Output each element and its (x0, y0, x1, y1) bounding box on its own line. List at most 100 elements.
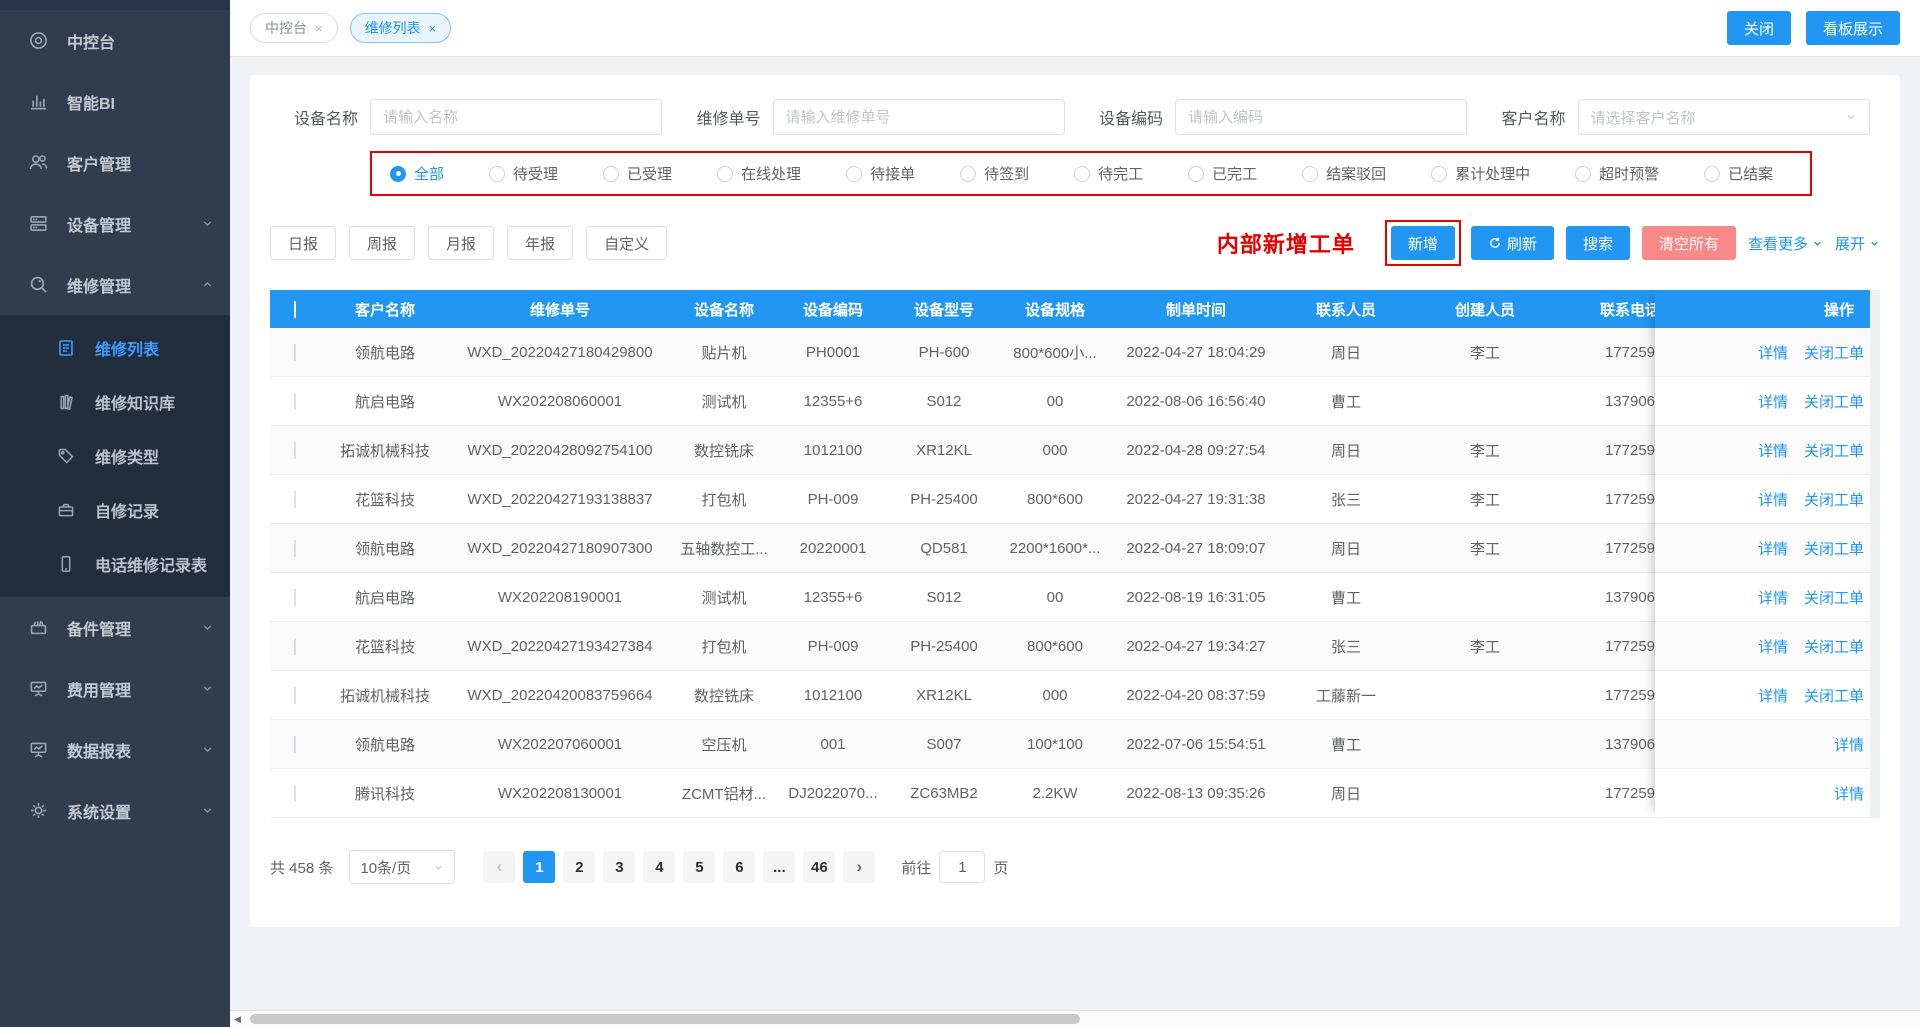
board-display-button[interactable]: 看板展示 (1806, 11, 1900, 45)
tab-pill[interactable]: 中控台 × (250, 13, 338, 43)
page-number-button[interactable]: 3 (603, 851, 635, 883)
close-order-link[interactable]: 关闭工单 (1804, 685, 1864, 706)
add-button[interactable]: 新增 (1391, 226, 1455, 260)
row-checkbox[interactable] (294, 736, 296, 753)
sidebar-item[interactable]: 数据报表 (0, 719, 230, 780)
status-radio[interactable]: 待接单 (846, 163, 915, 184)
filter-label: 客户名称 (1478, 105, 1566, 129)
filter-input[interactable] (370, 99, 662, 135)
clear-all-button[interactable]: 清空所有 (1642, 226, 1736, 260)
status-radio[interactable]: 已完工 (1188, 163, 1257, 184)
sidebar-item[interactable]: 系统设置 (0, 780, 230, 841)
page-number-button[interactable]: ... (763, 851, 795, 883)
page-number-button[interactable]: 6 (723, 851, 755, 883)
table-scrollbar-gutter[interactable] (1870, 290, 1880, 818)
cell-customer: 领航电路 (320, 734, 450, 755)
close-order-link[interactable]: 关闭工单 (1804, 587, 1864, 608)
next-page-button[interactable]: › (843, 851, 875, 883)
detail-link[interactable]: 详情 (1834, 734, 1864, 755)
report-button[interactable]: 周报 (349, 226, 415, 260)
status-radio[interactable]: 已结案 (1704, 163, 1773, 184)
detail-link[interactable]: 详情 (1758, 489, 1788, 510)
close-button[interactable]: 关闭 (1727, 11, 1791, 45)
detail-link[interactable]: 详情 (1758, 440, 1788, 461)
sidebar-item[interactable]: 设备管理 (0, 193, 230, 254)
report-button[interactable]: 年报 (507, 226, 573, 260)
filter-input[interactable] (1175, 99, 1467, 135)
close-order-link[interactable]: 关闭工单 (1804, 538, 1864, 559)
horizontal-scrollbar[interactable]: ◀ (230, 1010, 1920, 1027)
detail-link[interactable]: 详情 (1758, 685, 1788, 706)
prev-page-button[interactable]: ‹ (483, 851, 515, 883)
page-number-button[interactable]: 5 (683, 851, 715, 883)
row-checkbox[interactable] (294, 638, 296, 655)
status-radio[interactable]: 待签到 (960, 163, 1029, 184)
sidebar-subitem[interactable]: 维修知识库 (0, 375, 230, 429)
sidebar-item[interactable]: 费用管理 (0, 658, 230, 719)
detail-link[interactable]: 详情 (1758, 391, 1788, 412)
detail-link[interactable]: 详情 (1758, 636, 1788, 657)
search-button[interactable]: 搜索 (1566, 226, 1630, 260)
status-radio[interactable]: 超时预警 (1575, 163, 1659, 184)
row-checkbox[interactable] (294, 785, 296, 802)
page-number-button[interactable]: 46 (803, 851, 835, 883)
sidebar-item[interactable]: 智能BI (0, 71, 230, 132)
sidebar-subitem[interactable]: 维修类型 (0, 429, 230, 483)
col-device-name: 设备名称 (670, 299, 778, 320)
sidebar-subitem[interactable]: 维修列表 (0, 321, 230, 375)
goto-page-input[interactable] (939, 851, 985, 883)
close-order-link[interactable]: 关闭工单 (1804, 342, 1864, 363)
detail-link[interactable]: 详情 (1758, 538, 1788, 559)
sidebar-subitem-label: 维修类型 (95, 444, 159, 468)
status-radio[interactable]: 累计处理中 (1431, 163, 1530, 184)
view-more-link[interactable]: 查看更多 (1748, 233, 1823, 254)
status-radio[interactable]: 全部 (390, 163, 444, 184)
sidebar-item[interactable]: 备件管理 (0, 597, 230, 658)
select-all-checkbox[interactable] (294, 301, 296, 318)
scrollbar-thumb[interactable] (250, 1014, 1080, 1024)
sidebar-item[interactable]: 维修管理 (0, 254, 230, 315)
detail-link[interactable]: 详情 (1758, 342, 1788, 363)
sidebar-subitem[interactable]: 电话维修记录表 (0, 537, 230, 591)
expand-link[interactable]: 展开 (1835, 233, 1880, 254)
filter-input[interactable] (773, 99, 1065, 135)
report-button[interactable]: 月报 (428, 226, 494, 260)
page-number-button[interactable]: 1 (523, 851, 555, 883)
row-checkbox[interactable] (294, 442, 296, 459)
row-checkbox[interactable] (294, 589, 296, 606)
sidebar-item[interactable]: 中控台 (0, 10, 230, 71)
report-button[interactable]: 自定义 (586, 226, 667, 260)
customer-select[interactable]: 请选择客户名称 (1578, 99, 1870, 135)
sidebar-subitem-icon (56, 391, 80, 413)
sidebar-item[interactable]: 客户管理 (0, 132, 230, 193)
chevron-down-icon (201, 743, 214, 756)
tab-pill[interactable]: 维修列表 × (350, 13, 452, 43)
report-button[interactable]: 日报 (270, 226, 336, 260)
close-order-link[interactable]: 关闭工单 (1804, 440, 1864, 461)
detail-link[interactable]: 详情 (1834, 783, 1864, 804)
status-radio[interactable]: 在线处理 (717, 163, 801, 184)
row-checkbox[interactable] (294, 344, 296, 361)
row-checkbox[interactable] (294, 393, 296, 410)
row-checkbox[interactable] (294, 687, 296, 704)
close-order-link[interactable]: 关闭工单 (1804, 489, 1864, 510)
status-radio[interactable]: 待受理 (489, 163, 558, 184)
detail-link[interactable]: 详情 (1758, 587, 1788, 608)
status-radio[interactable]: 结案驳回 (1302, 163, 1386, 184)
tab-close-icon[interactable]: × (429, 21, 437, 36)
row-checkbox[interactable] (294, 540, 296, 557)
scroll-left-arrow-icon[interactable]: ◀ (234, 1014, 241, 1025)
status-radio[interactable]: 待完工 (1074, 163, 1143, 184)
page-number-button[interactable]: 2 (563, 851, 595, 883)
close-order-link[interactable]: 关闭工单 (1804, 391, 1864, 412)
page-number-button[interactable]: 4 (643, 851, 675, 883)
row-checkbox[interactable] (294, 491, 296, 508)
refresh-icon (1488, 236, 1502, 250)
table-row: 花篮科技 WXD_20220427193138837 打包机 PH-009 PH… (270, 475, 1880, 524)
refresh-button[interactable]: 刷新 (1471, 226, 1554, 260)
close-order-link[interactable]: 关闭工单 (1804, 636, 1864, 657)
sidebar-subitem[interactable]: 自修记录 (0, 483, 230, 537)
page-size-select[interactable]: 10条/页 (349, 850, 455, 884)
tab-close-icon[interactable]: × (315, 21, 323, 36)
status-radio[interactable]: 已受理 (603, 163, 672, 184)
